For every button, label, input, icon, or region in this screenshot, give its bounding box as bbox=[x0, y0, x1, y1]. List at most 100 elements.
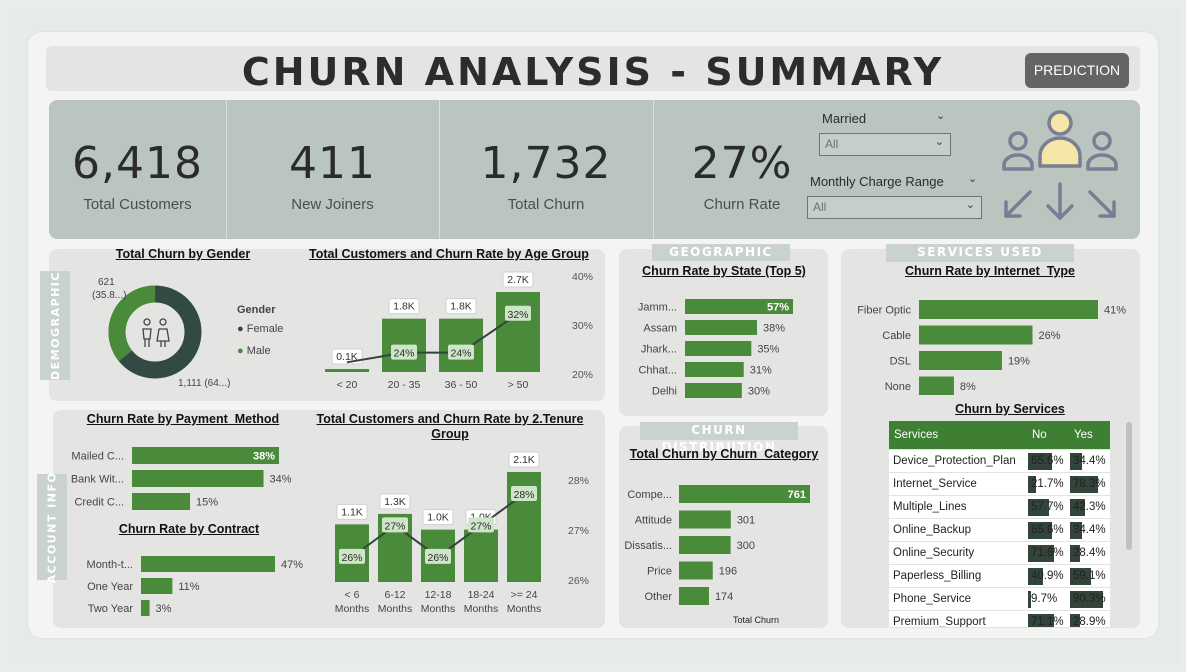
table-row[interactable]: Phone_Service 9.7% 90.3% bbox=[889, 586, 1110, 610]
y-axis-tick-label: 40% bbox=[572, 271, 593, 283]
cell-text: 59.1% bbox=[1073, 569, 1106, 582]
data-label: 8% bbox=[960, 381, 976, 393]
cell-text: 9.7% bbox=[1031, 592, 1058, 605]
cell-text: 40.9% bbox=[1031, 569, 1064, 582]
rate-label: 27% bbox=[470, 520, 491, 532]
data-label: 2.1K bbox=[513, 454, 535, 466]
charge-dropdown[interactable]: All ⌄ bbox=[807, 196, 982, 219]
kpi-churn-rate-label: Churn Rate bbox=[703, 196, 781, 213]
table-scrollbar[interactable] bbox=[1126, 422, 1132, 550]
prediction-button[interactable]: PREDICTION bbox=[1025, 53, 1129, 88]
charge-slicer-label: Monthly Charge Range bbox=[810, 174, 944, 189]
data-label: 41% bbox=[1104, 305, 1126, 317]
data-label: 300 bbox=[737, 540, 755, 552]
cell-text: Phone_Service bbox=[893, 592, 971, 605]
internet-type-chart-title: Churn Rate by Internet_Type bbox=[905, 264, 1075, 278]
bar bbox=[141, 578, 173, 594]
demographic-section-label: DEMOGRAPHIC bbox=[48, 271, 62, 380]
cell-text: 34.4% bbox=[1073, 454, 1106, 467]
no-percent-cell: 71.1% bbox=[1027, 609, 1069, 627]
services-table-title: Churn by Services bbox=[955, 402, 1065, 416]
legend-item-female[interactable]: ● Female bbox=[237, 323, 283, 335]
data-label: 11% bbox=[178, 581, 199, 593]
table-row[interactable]: Online_Backup 65.6% 34.4% bbox=[889, 517, 1110, 541]
category-label: Cable bbox=[882, 330, 911, 342]
column-header-yes[interactable]: Yes bbox=[1069, 421, 1110, 449]
category-label: None bbox=[885, 381, 911, 393]
y-axis-tick-label: 26% bbox=[568, 575, 589, 587]
cell-text: 57.7% bbox=[1031, 500, 1064, 513]
bar bbox=[919, 376, 954, 395]
services-table-viewport[interactable]: Services No Yes Device_Protection_Plan 65… bbox=[889, 421, 1110, 627]
category-label: Chhat... bbox=[638, 365, 677, 377]
legend-dot-icon: ● bbox=[237, 323, 244, 335]
bar bbox=[685, 362, 744, 377]
legend-dot-icon: ● bbox=[237, 345, 244, 357]
table-row[interactable]: Premium_Support 71.1% 28.9% bbox=[889, 609, 1110, 627]
chevron-down-icon: ⌄ bbox=[965, 199, 975, 211]
no-percent-cell: 71.6% bbox=[1027, 540, 1069, 564]
table-row[interactable]: Paperless_Billing 40.9% 59.1% bbox=[889, 563, 1110, 587]
charge-dropdown-value: All bbox=[813, 200, 827, 214]
service-name-cell: Online_Security bbox=[889, 540, 1027, 564]
bar bbox=[464, 529, 498, 582]
bar bbox=[685, 320, 757, 335]
data-label: 1.8K bbox=[450, 301, 472, 313]
y-axis-tick-label: 27% bbox=[568, 525, 589, 537]
cell-text: 28.9% bbox=[1073, 615, 1106, 627]
category-chart-title: Total Churn by Churn_Category bbox=[629, 447, 819, 461]
chevron-down-icon[interactable]: ⌄ bbox=[968, 172, 977, 185]
kpi-new-joiners-value: 411 bbox=[289, 138, 376, 189]
geographic-section-tab: GEOGRAPHIC bbox=[652, 244, 790, 261]
table-row[interactable]: Device_Protection_Plan 65.6% 34.4% bbox=[889, 448, 1110, 472]
data-label: 19% bbox=[1008, 356, 1030, 368]
legend-item-male[interactable]: ● Male bbox=[237, 345, 271, 357]
kpi-new-joiners-label: New Joiners bbox=[291, 196, 374, 213]
bar bbox=[685, 341, 752, 356]
y-axis-tick-label: 30% bbox=[572, 320, 593, 332]
column-header-services[interactable]: Services bbox=[889, 421, 1027, 449]
cell-text: Multiple_Lines bbox=[893, 500, 967, 513]
yes-percent-cell: 34.4% bbox=[1069, 448, 1110, 472]
bar bbox=[919, 351, 1002, 370]
service-name-cell: Multiple_Lines bbox=[889, 494, 1027, 518]
data-label: 38% bbox=[253, 451, 275, 463]
service-name-cell: Device_Protection_Plan bbox=[889, 448, 1027, 472]
yes-percent-cell: 34.4% bbox=[1069, 517, 1110, 541]
rate-label: 28% bbox=[513, 489, 534, 501]
table-row[interactable]: Multiple_Lines 57.7% 42.3% bbox=[889, 494, 1110, 518]
married-dropdown[interactable]: All ⌄ bbox=[819, 133, 951, 156]
female-data-label: 1,111 (64...) bbox=[178, 378, 231, 389]
rate-label: 27% bbox=[384, 520, 405, 532]
cell-text: Premium_Support bbox=[893, 615, 986, 627]
account-section-label: ACCOUNT INFO bbox=[45, 471, 59, 583]
category-label: > 50 bbox=[508, 379, 529, 391]
table-row[interactable]: Internet_Service 21.7% 78.3% bbox=[889, 471, 1110, 495]
data-label: 1.3K bbox=[384, 496, 406, 508]
data-label: 301 bbox=[737, 515, 755, 527]
bar bbox=[919, 325, 1033, 345]
data-label: 196 bbox=[719, 566, 737, 578]
churn-distribution-section-tab: CHURN DISTRIBUTION bbox=[640, 422, 798, 454]
data-label: 174 bbox=[715, 591, 733, 603]
gender-legend-title: Gender bbox=[237, 304, 276, 316]
bar bbox=[132, 493, 191, 510]
table-row[interactable]: Online_Security 71.6% 28.4% bbox=[889, 540, 1110, 564]
state-chart-title: Churn Rate by State (Top 5) bbox=[642, 264, 806, 278]
category-label: Compe... bbox=[627, 489, 672, 501]
column-header-no[interactable]: No bbox=[1027, 421, 1069, 449]
contract-bar-chart: Month-t... 47% One Year 11% Two Year 3% bbox=[87, 556, 303, 616]
data-label: 26% bbox=[1039, 330, 1061, 342]
chevron-down-icon[interactable]: ⌄ bbox=[936, 109, 945, 122]
kpi-total-customers-value: 6,418 bbox=[72, 138, 203, 189]
y-axis-tick-label: 20% bbox=[572, 369, 593, 381]
kpi-total-churn-label: Total Churn bbox=[507, 196, 585, 213]
data-label: 30% bbox=[748, 386, 770, 398]
bar bbox=[141, 556, 275, 572]
category-label: 6-12 bbox=[384, 589, 405, 601]
category-label: 20 - 35 bbox=[388, 379, 421, 391]
no-percent-cell: 40.9% bbox=[1027, 563, 1069, 587]
yes-percent-cell: 59.1% bbox=[1069, 563, 1110, 587]
category-label: Delhi bbox=[652, 386, 677, 398]
kpi-divider bbox=[653, 100, 654, 239]
